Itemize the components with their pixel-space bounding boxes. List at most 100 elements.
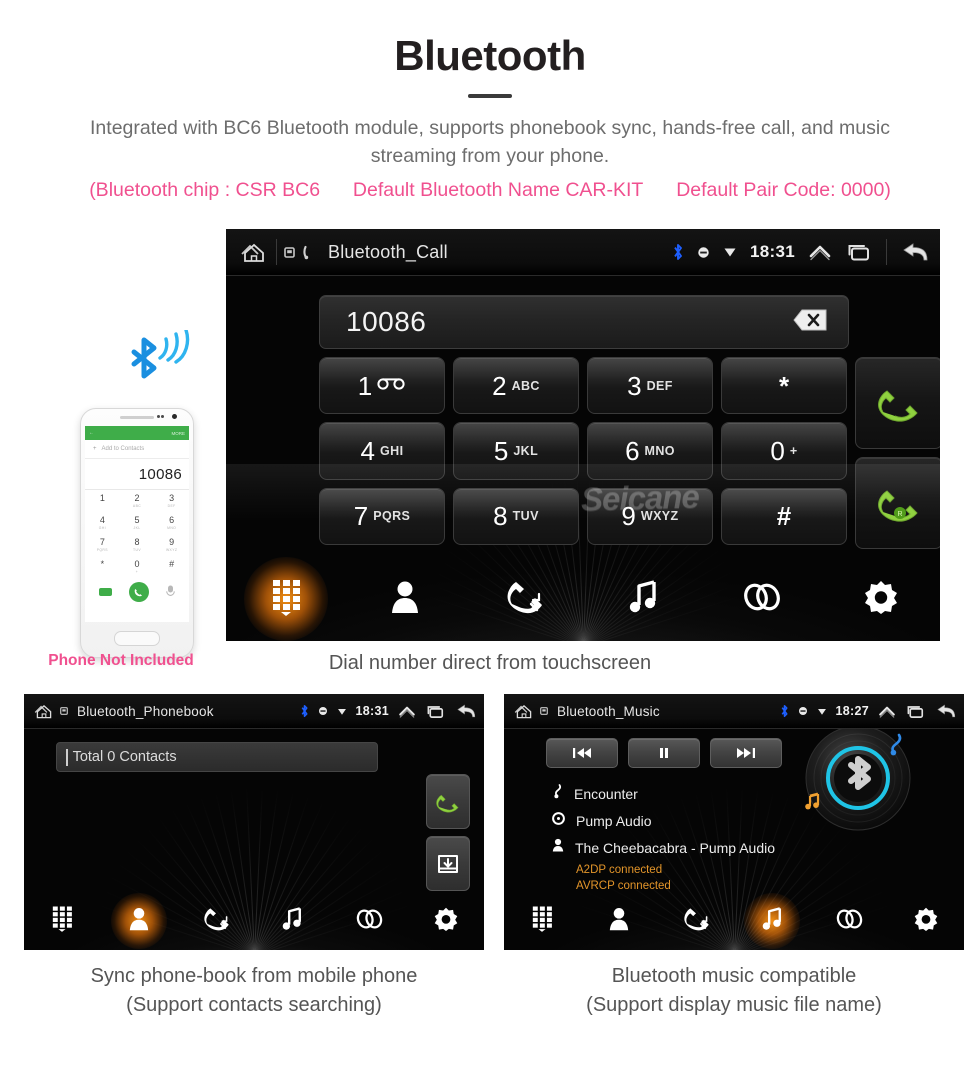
backspace-icon[interactable]	[778, 306, 828, 339]
dial-number-display[interactable]: 10086	[319, 295, 849, 349]
phone-key-2[interactable]: 2 ABC	[120, 490, 155, 512]
nav-item-music[interactable]	[734, 892, 811, 950]
back-arrow-icon[interactable]	[935, 702, 957, 720]
recent-apps-icon[interactable]	[845, 242, 873, 262]
nav-item-call-history[interactable]	[657, 892, 734, 950]
clock: 18:27	[835, 704, 869, 718]
plus-icon: +	[93, 446, 97, 452]
back-arrow-icon[interactable]	[900, 240, 930, 264]
phone-more-button[interactable]: MORE	[172, 431, 186, 436]
pause-button[interactable]	[628, 738, 700, 768]
phone-key-9[interactable]: 9 WXYZ	[154, 534, 189, 556]
recent-apps-icon[interactable]	[905, 704, 926, 719]
nav-item-keypad[interactable]	[24, 892, 101, 950]
recent-apps-icon[interactable]	[425, 704, 446, 719]
nav-item-keypad[interactable]	[504, 892, 581, 950]
call-button[interactable]	[426, 774, 470, 829]
key-1[interactable]: 1	[319, 357, 445, 415]
next-track-button[interactable]	[710, 738, 782, 768]
phone-key-star[interactable]: *	[85, 556, 120, 578]
key-8[interactable]: 8 TUV	[453, 487, 579, 545]
phone-app-bar: ← MORE	[85, 426, 189, 440]
key-4[interactable]: 4 GHI	[319, 422, 445, 480]
previous-track-icon	[573, 748, 591, 758]
track-title: Encounter	[574, 785, 638, 802]
phone-key-digit: 9	[169, 537, 175, 547]
nav-item-settings[interactable]	[821, 557, 940, 641]
contacts-search-input[interactable]: Total 0 Contacts	[56, 742, 378, 772]
bottom-nav[interactable]	[226, 557, 940, 641]
download-contacts-button[interactable]	[426, 836, 470, 891]
phone-add-contact-row[interactable]: + Add to Contacts	[85, 440, 189, 459]
nav-item-settings[interactable]	[887, 892, 964, 950]
phone-key-digit: 2	[134, 493, 140, 503]
nav-item-music[interactable]	[583, 557, 702, 641]
nav-item-keypad[interactable]	[226, 557, 345, 641]
phone-key-0[interactable]: 0 +	[120, 556, 155, 578]
key-7[interactable]: 7 PQRS	[319, 487, 445, 545]
key-5[interactable]: 5 JKL	[453, 422, 579, 480]
key-2[interactable]: 2 ABC	[453, 357, 579, 415]
phone-key-letters	[171, 570, 172, 574]
download-triangle-icon	[817, 707, 827, 716]
phone-key-7[interactable]: 7 PQRS	[85, 534, 120, 556]
key-hash[interactable]: #	[721, 487, 847, 545]
transport-controls[interactable]	[546, 738, 782, 768]
keyboard-icon[interactable]	[165, 583, 175, 601]
bluetooth-phonebook-screen: Bluetooth_Phonebook 18:31 Total 0 Contac…	[24, 694, 484, 950]
phone-dialed-number: 10086	[85, 459, 189, 490]
phone-keypad[interactable]: 1 2 ABC 3 DEF 4 GHI 5 JKL 6 MNO 7 PQRS 8 TUV 9 WXYZ * 0 +…	[85, 490, 189, 578]
key-letters: +	[789, 443, 798, 458]
phone-key-5[interactable]: 5 JKL	[120, 512, 155, 534]
phone-key-1[interactable]: 1	[85, 490, 120, 512]
phone-back-icon[interactable]: ←	[89, 430, 94, 436]
music-note-icon	[281, 906, 303, 936]
phone-home-button[interactable]	[81, 622, 193, 655]
chevron-up-icon[interactable]	[878, 704, 896, 719]
nav-item-contacts[interactable]	[101, 892, 178, 950]
nav-item-contacts[interactable]	[345, 557, 464, 641]
key-digit: 1	[357, 370, 373, 401]
call-button[interactable]	[855, 357, 940, 449]
phone-key-letters	[102, 504, 103, 508]
voicemail-icon[interactable]	[99, 588, 113, 596]
call-handset-icon[interactable]	[128, 582, 149, 602]
home-icon[interactable]	[513, 702, 535, 720]
chevron-up-icon[interactable]	[808, 242, 832, 262]
key-0[interactable]: 0 +	[721, 422, 847, 480]
nav-item-pair[interactable]	[702, 557, 821, 641]
back-arrow-icon[interactable]	[455, 702, 477, 720]
phone-key-digit: 3	[169, 493, 175, 503]
bottom-nav[interactable]	[504, 892, 964, 950]
phone-key-8[interactable]: 8 TUV	[120, 534, 155, 556]
nav-item-pair[interactable]	[331, 892, 408, 950]
home-icon[interactable]	[33, 702, 55, 720]
bottom-nav[interactable]	[24, 892, 484, 950]
nav-item-call-history[interactable]	[177, 892, 254, 950]
phone-key-4[interactable]: 4 GHI	[85, 512, 120, 534]
next-track-icon	[737, 748, 755, 758]
phone-key-6[interactable]: 6 MNO	[154, 512, 189, 534]
phone-key-3[interactable]: 3 DEF	[154, 490, 189, 512]
key-3[interactable]: 3 DEF	[587, 357, 713, 415]
key-6[interactable]: 6 MNO	[587, 422, 713, 480]
chevron-up-icon[interactable]	[398, 704, 416, 719]
nav-item-settings[interactable]	[407, 892, 484, 950]
key-digit: #	[776, 501, 792, 532]
previous-track-button[interactable]	[546, 738, 618, 768]
phone-key-hash[interactable]: #	[154, 556, 189, 578]
phone-key-digit: 0	[134, 559, 140, 569]
call-transfer-button[interactable]: R	[855, 457, 940, 549]
nav-item-call-history[interactable]	[464, 557, 583, 641]
clock: 18:31	[750, 242, 795, 261]
nav-item-pair[interactable]	[811, 892, 888, 950]
phonebook-caption-line1: Sync phone-book from mobile phone	[90, 965, 418, 987]
key-star[interactable]: *	[721, 357, 847, 415]
phone-key-digit: 1	[99, 493, 105, 503]
home-icon[interactable]	[239, 240, 269, 264]
nav-item-music[interactable]	[254, 892, 331, 950]
key-letters: DEF	[646, 378, 673, 393]
music-caption: Bluetooth music compatible (Support disp…	[504, 962, 964, 1020]
nav-item-contacts[interactable]	[581, 892, 658, 950]
phone-key-letters: +	[135, 570, 139, 574]
